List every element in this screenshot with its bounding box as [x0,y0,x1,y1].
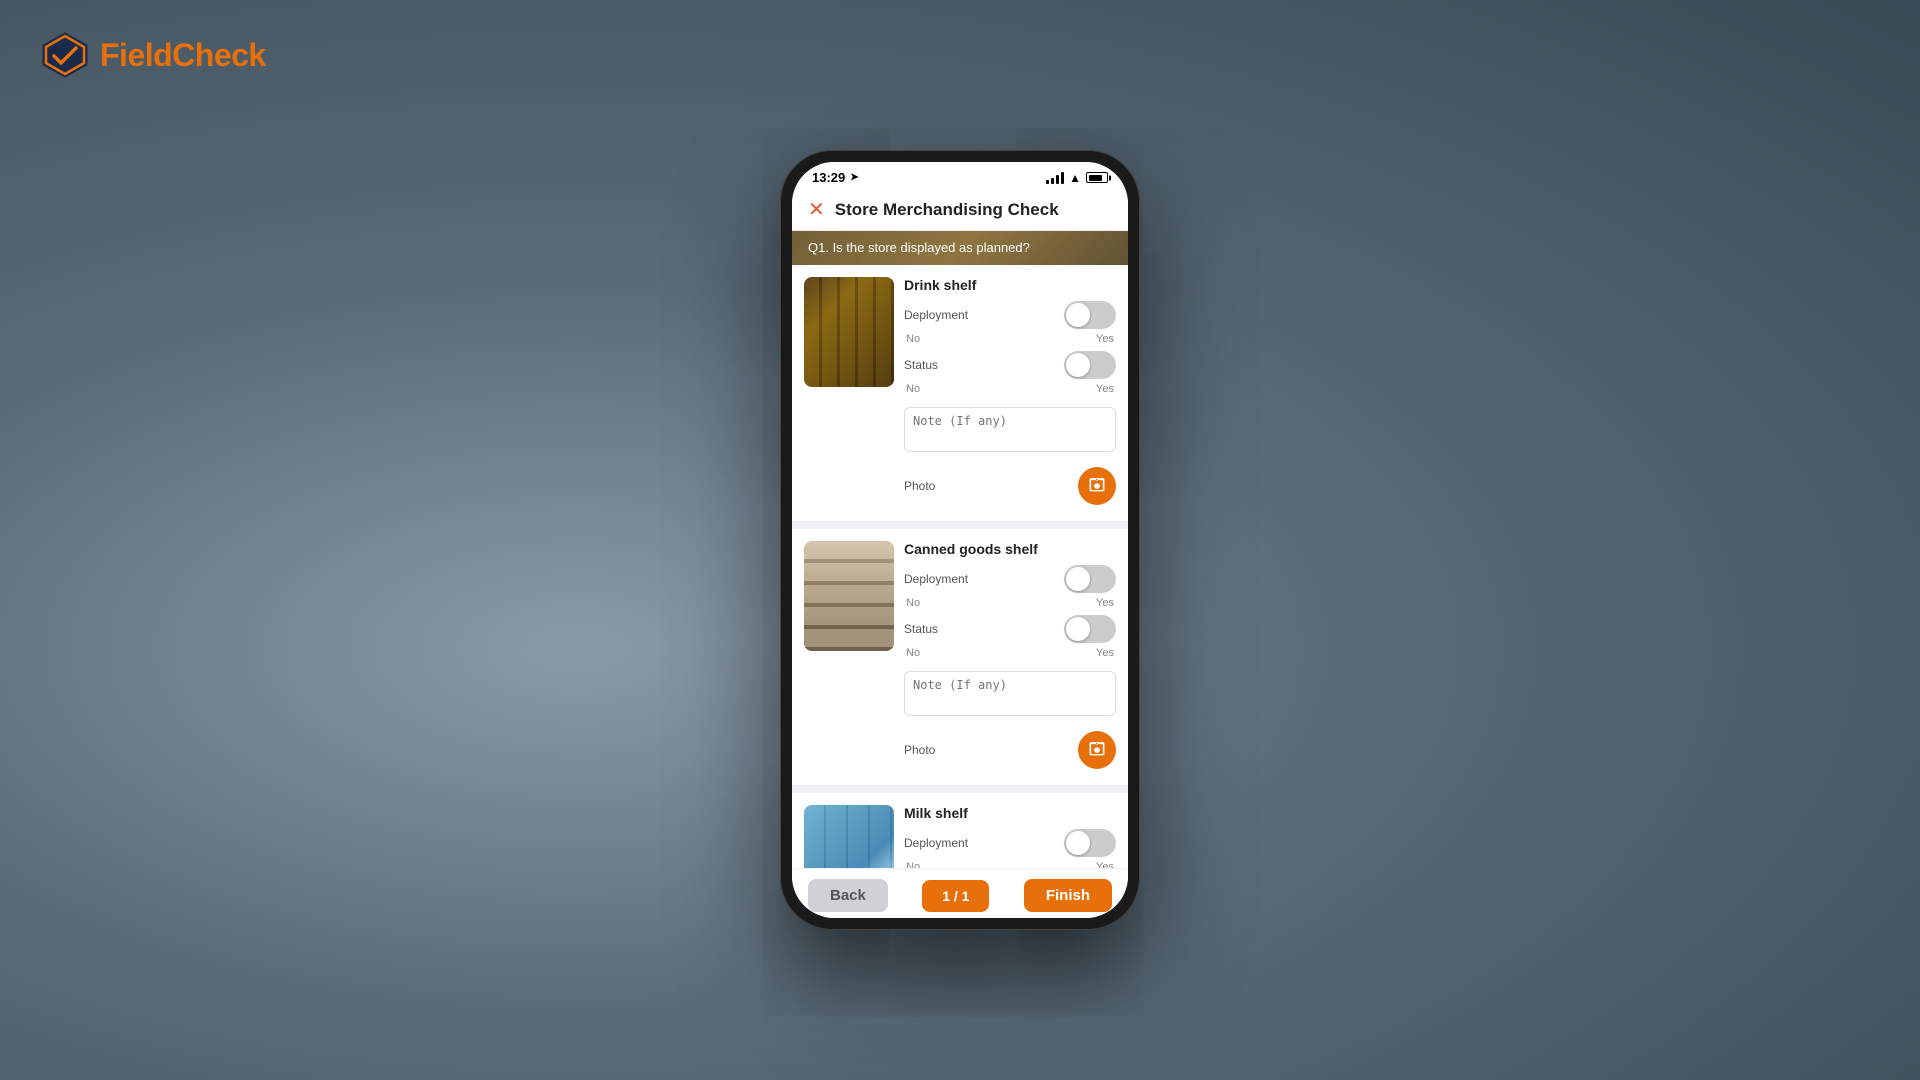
status-time: 13:29 ➤ [812,170,859,185]
camera-icon-canned [1087,740,1107,760]
drink-status-toggle[interactable] [1064,351,1116,379]
canned-status-toggle[interactable] [1064,615,1116,643]
drink-deployment-yes: Yes [1096,333,1114,345]
drink-deployment-toggle[interactable] [1064,301,1116,329]
milk-deployment-label: Deployment [904,836,968,850]
back-button[interactable]: Back [808,879,888,912]
drink-shelf-image [804,277,894,387]
drink-deployment-no: No [906,333,920,345]
canned-camera-button[interactable] [1078,731,1116,769]
drink-status-label: Status [904,358,938,372]
drink-shelf-name: Drink shelf [904,277,976,293]
scroll-content[interactable]: Drink shelf Deployment No Yes [792,265,1128,910]
page-indicator: 1 / 1 [922,880,989,912]
app-header: ✕ Store Merchandising Check [792,189,1128,231]
shelf-section-drink: Drink shelf Deployment No Yes [792,265,1128,521]
milk-shelf-name: Milk shelf [904,805,968,821]
status-icons: ▲ [1046,171,1108,185]
drink-shelf-controls: Drink shelf Deployment No Yes [904,277,1116,509]
canned-status-label: Status [904,622,938,636]
drink-deployment-label: Deployment [904,308,968,322]
signal-icon [1046,172,1064,184]
canned-note-input[interactable] [904,671,1116,716]
drink-camera-button[interactable] [1078,467,1116,505]
finish-button[interactable]: Finish [1024,879,1112,912]
canned-shelf-controls: Canned goods shelf Deployment No Yes [904,541,1116,773]
logo: FieldCheck [40,30,266,80]
canned-shelf-name: Canned goods shelf [904,541,1038,557]
close-button[interactable]: ✕ [808,197,825,222]
milk-deployment-toggle[interactable] [1064,829,1116,857]
time-display: 13:29 [812,170,845,185]
app-title: Store Merchandising Check [835,200,1059,220]
fieldcheck-logo-icon [40,30,90,80]
canned-status-no: No [906,647,920,659]
canned-deployment-toggle[interactable] [1064,565,1116,593]
canned-status-yes: Yes [1096,647,1114,659]
status-bar: 13:29 ➤ ▲ [792,162,1128,189]
question-banner: Q1. Is the store displayed as planned? [792,231,1128,265]
canned-photo-label: Photo [904,743,935,757]
phone-frame: 13:29 ➤ ▲ ✕ Store Merchandising Check [780,150,1140,930]
canned-deployment-label: Deployment [904,572,968,586]
drink-status-no: No [906,383,920,395]
drink-status-yes: Yes [1096,383,1114,395]
drink-note-input[interactable] [904,407,1116,452]
canned-deployment-no: No [906,597,920,609]
phone-screen: 13:29 ➤ ▲ ✕ Store Merchandising Check [792,162,1128,918]
shelf-section-canned: Canned goods shelf Deployment No Yes [792,529,1128,785]
drink-photo-label: Photo [904,479,935,493]
canned-shelf-image [804,541,894,651]
logo-text: FieldCheck [100,37,266,74]
canned-deployment-yes: Yes [1096,597,1114,609]
camera-icon [1087,476,1107,496]
wifi-icon: ▲ [1069,171,1081,185]
question-text: Q1. Is the store displayed as planned? [808,240,1030,255]
bottom-navigation: Back 1 / 1 Finish [792,868,1128,918]
battery-icon [1086,172,1108,183]
location-arrow-icon: ➤ [850,172,858,183]
